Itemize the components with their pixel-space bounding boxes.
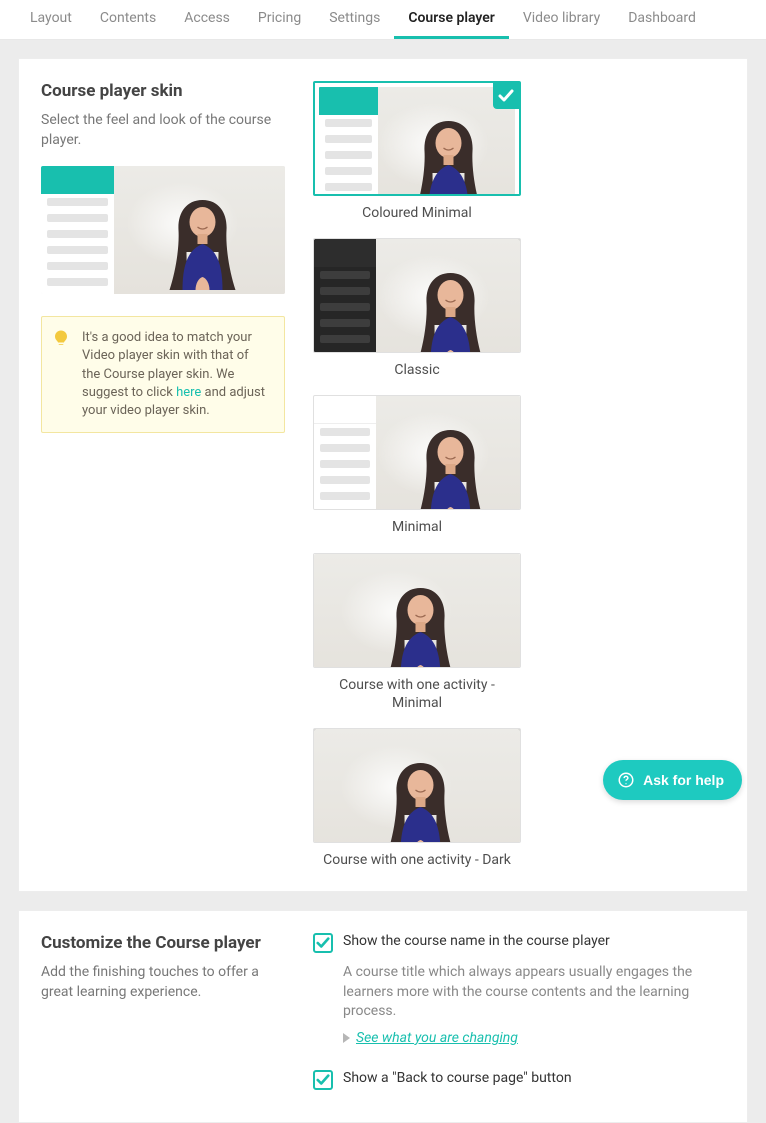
checkbox-icon (313, 1070, 333, 1090)
skin-card-one-activity-min[interactable]: Course with one activity - Minimal (313, 553, 521, 712)
hint-box: It's a good idea to match your Video pla… (41, 316, 285, 433)
skin-card-coloured-minimal[interactable]: Coloured Minimal (313, 81, 521, 222)
skin-label: Course with one activity - Minimal (317, 676, 517, 712)
tab-settings[interactable]: Settings (315, 0, 394, 39)
option-desc: A course title which always appears usua… (343, 963, 725, 1022)
skin-card-classic[interactable]: Classic (313, 238, 521, 379)
skin-title: Course player skin (41, 81, 285, 101)
tab-contents[interactable]: Contents (86, 0, 170, 39)
tab-layout[interactable]: Layout (16, 0, 86, 39)
skin-label: Course with one activity - Dark (323, 851, 511, 869)
top-nav: LayoutContentsAccessPricingSettingsCours… (0, 0, 766, 40)
customize-panel: Customize the Course player Add the fini… (18, 910, 748, 1123)
option-label: Show the course name in the course playe… (343, 933, 610, 949)
hint-link[interactable]: here (176, 385, 201, 400)
skin-subtitle: Select the feel and look of the course p… (41, 111, 285, 150)
skin-label: Minimal (392, 518, 442, 536)
hint-text: It's a good idea to match your Video pla… (82, 330, 265, 418)
skin-card-one-activity-dark[interactable]: Course with one activity - Dark (313, 728, 521, 869)
tab-pricing[interactable]: Pricing (244, 0, 315, 39)
customize-subtitle: Add the finishing touches to offer a gre… (41, 963, 285, 1002)
option-show-back-button[interactable]: Show a "Back to course page" button (313, 1070, 725, 1090)
tab-access[interactable]: Access (170, 0, 244, 39)
skin-card-minimal[interactable]: Minimal (313, 395, 521, 536)
skin-label: Classic (394, 361, 439, 379)
skin-grid: Coloured Minimal Classic Minimal Course … (313, 81, 725, 869)
customize-title: Customize the Course player (41, 933, 285, 953)
see-changing-link[interactable]: See what you are changing (343, 1030, 725, 1046)
skin-label: Coloured Minimal (362, 204, 472, 222)
bulb-icon (52, 329, 70, 347)
checkbox-icon (313, 933, 333, 953)
skin-large-preview (41, 166, 285, 294)
tab-course-player[interactable]: Course player (394, 0, 509, 39)
check-icon (493, 83, 519, 109)
tab-video-library[interactable]: Video library (509, 0, 614, 39)
help-icon (617, 771, 635, 789)
option-label: Show a "Back to course page" button (343, 1070, 572, 1086)
tab-dashboard[interactable]: Dashboard (614, 0, 710, 39)
ask-for-help-button[interactable]: Ask for help (603, 760, 742, 800)
option-show-course-name[interactable]: Show the course name in the course playe… (313, 933, 725, 953)
triangle-icon (343, 1033, 350, 1043)
